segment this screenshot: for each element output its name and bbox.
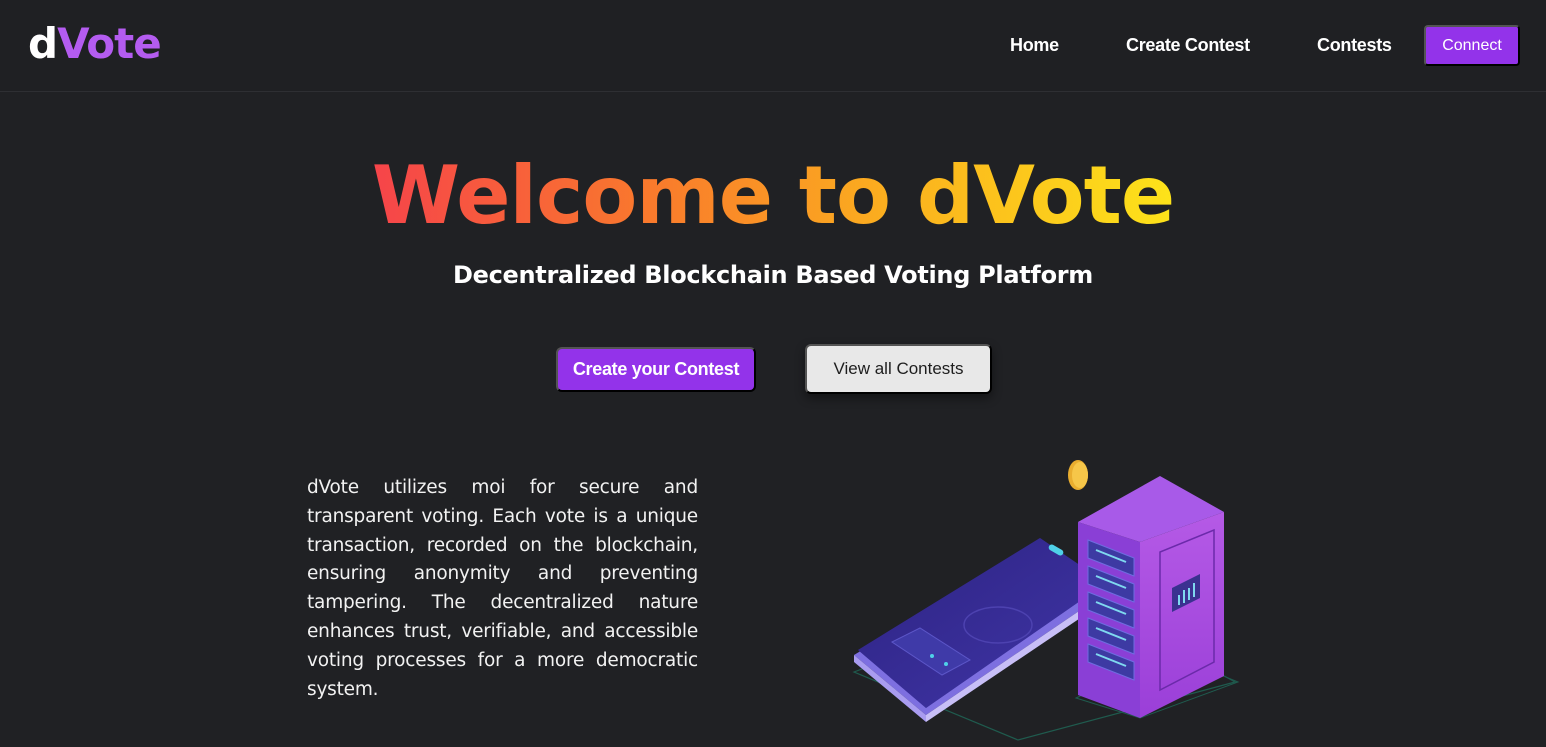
hero-subtitle: Decentralized Blockchain Based Voting Pl… <box>452 261 1093 289</box>
logo[interactable]: dVote <box>28 18 162 70</box>
hero-title-text: Welcome to dVote <box>371 149 1175 242</box>
blockchain-server-phone-icon <box>852 460 1240 741</box>
about-description: dVote utilizes moi for secure and transp… <box>307 477 698 700</box>
view-contests-button[interactable]: View all Contests <box>805 344 992 394</box>
logo-suffix: Vote <box>57 19 162 68</box>
hero-title: Welcome to dVote <box>0 148 1546 244</box>
blockchain-illustration <box>840 450 1250 747</box>
nav-create-contest-link[interactable]: Create Contest <box>1126 34 1250 56</box>
connect-button[interactable]: Connect <box>1424 25 1520 66</box>
nav-contests-link[interactable]: Contests <box>1317 34 1392 56</box>
create-contest-button[interactable]: Create your Contest <box>556 347 756 392</box>
navbar: dVote Home Create Contest Contests Conne… <box>0 0 1546 92</box>
nav-home-link[interactable]: Home <box>1010 34 1059 56</box>
logo-prefix: d <box>28 19 58 68</box>
